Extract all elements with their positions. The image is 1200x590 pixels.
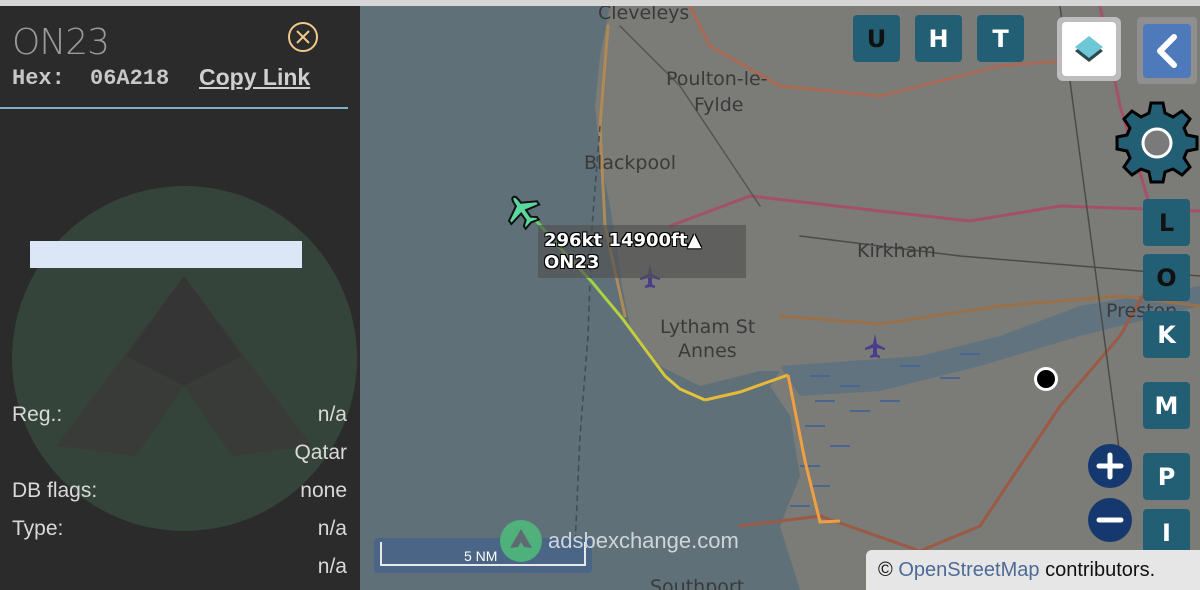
info-value: none — [300, 479, 347, 502]
aircraft-callsign: ON23 — [544, 252, 600, 273]
adsbx-logo-icon — [500, 520, 542, 562]
divider — [0, 107, 348, 109]
toggle-u-button[interactable]: U — [853, 15, 900, 62]
plus-icon — [1096, 452, 1124, 480]
aircraft-speed-altitude: 296kt 14900ft▲ — [544, 230, 702, 251]
info-value: n/a — [317, 403, 347, 426]
toggle-o-button[interactable]: O — [1143, 254, 1190, 301]
chevron-left-icon — [1157, 33, 1177, 68]
toggle-k-button[interactable]: K — [1143, 311, 1190, 358]
copy-link[interactable]: Copy Link — [199, 64, 310, 91]
callsign-title: ON23 — [12, 22, 110, 63]
close-button[interactable] — [288, 22, 318, 52]
aircraft-info-panel: ON23 Hex: 06A218 Copy Link Reg.: n/a Qat… — [0, 6, 360, 590]
info-label: Type: — [12, 517, 64, 540]
gear-icon — [1115, 101, 1199, 184]
watermark-text: adsbexchange.com — [548, 528, 739, 553]
watermark: adsbexchange.com — [500, 520, 739, 562]
toggle-p-button[interactable]: P — [1143, 453, 1190, 500]
hex-value: 06A218 — [90, 66, 170, 91]
minus-icon — [1096, 517, 1124, 523]
place-label: Southport — [650, 576, 745, 590]
layers-icon — [1075, 36, 1103, 62]
hex-row: Hex: 06A218 — [12, 66, 169, 91]
scale-label: 5 NM — [464, 548, 498, 564]
info-value: Qatar — [294, 441, 347, 464]
info-label: DB flags: — [12, 479, 98, 502]
place-label: Lytham St — [660, 316, 756, 338]
info-value: n/a — [317, 517, 347, 540]
openstreetmap-link[interactable]: OpenStreetMap — [898, 559, 1039, 581]
info-label: Reg.: — [12, 403, 63, 426]
copyright-symbol: © — [878, 559, 893, 581]
attribution-suffix: contributors. — [1039, 559, 1156, 581]
toggle-h-button[interactable]: H — [915, 15, 962, 62]
hex-label: Hex: — [12, 66, 65, 91]
location-marker[interactable] — [1034, 367, 1058, 391]
toggle-l-button[interactable]: L — [1143, 199, 1190, 246]
layers-button[interactable] — [1057, 17, 1121, 81]
aircraft-label[interactable]: 296kt 14900ft▲ ON23 — [538, 225, 746, 278]
map-tiles — [360, 6, 1200, 590]
map-view[interactable]: Cleveleys Poulton-le- Fylde Blackpool Ki… — [360, 6, 1200, 590]
place-label: Cleveleys — [598, 6, 690, 24]
toggle-m-button[interactable]: M — [1143, 382, 1190, 429]
zoom-in-button[interactable] — [1088, 444, 1132, 488]
collapse-sidebar-button[interactable] — [1137, 17, 1197, 84]
info-value: n/a — [317, 555, 347, 578]
settings-button[interactable] — [1114, 98, 1200, 184]
place-label: Annes — [678, 340, 737, 362]
zoom-out-button[interactable] — [1088, 498, 1132, 542]
close-icon — [296, 30, 310, 44]
map-attribution: © OpenStreetMap contributors. — [866, 550, 1200, 590]
toggle-t-button[interactable]: T — [977, 15, 1024, 62]
photo-caption-bar — [30, 241, 302, 268]
place-label: Blackpool — [584, 152, 676, 174]
toggle-i-button[interactable]: I — [1143, 509, 1190, 556]
place-label: Poulton-le- — [666, 68, 768, 90]
place-label: Fylde — [694, 94, 744, 116]
place-label: Kirkham — [857, 240, 936, 262]
